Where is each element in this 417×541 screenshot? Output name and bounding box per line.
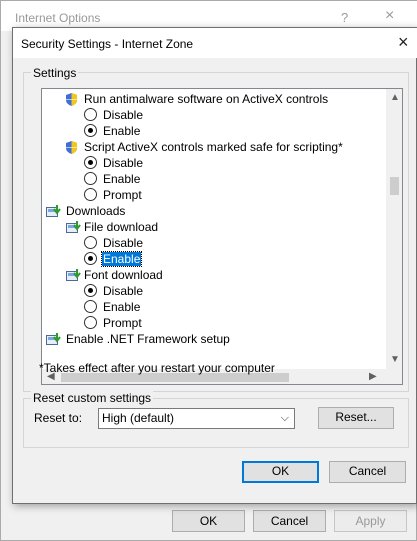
option-label[interactable]: Enable [103,171,140,187]
option-label[interactable]: Enable [103,123,140,139]
setting-font-download: Font download [84,268,163,282]
reset-level-select[interactable]: High (default) ⌵ [98,408,295,429]
radio-button[interactable] [84,156,97,169]
radio-button[interactable] [84,316,97,329]
radio-button[interactable] [84,108,97,121]
radio-button[interactable] [84,252,97,265]
radio-button[interactable] [84,188,97,201]
category-downloads: Downloads [66,204,126,218]
setting-run-antimalware: Run antimalware software on ActiveX cont… [84,92,329,106]
option-label[interactable]: Disable [103,107,143,123]
category-dotnet-setup: Enable .NET Framework setup [66,332,230,346]
cancel-button[interactable]: Cancel [329,461,406,483]
help-icon[interactable]: ? [341,10,348,25]
vertical-scrollbar[interactable]: ▲ ▼ [386,89,402,369]
chevron-down-icon: ⌵ [280,412,289,424]
option-label[interactable]: Enable [103,299,140,315]
option-label[interactable]: Disable [103,283,143,299]
setting-script-activex: Script ActiveX controls marked safe for … [84,140,343,154]
reset-group-label: Reset custom settings [31,391,154,405]
selected-text[interactable]: Enable [100,251,143,267]
security-settings-dialog: Security Settings - Internet Zone × Sett… [12,27,417,504]
scrollbar-corner [386,369,402,384]
downloads-icon [46,205,61,217]
radio-button[interactable] [84,300,97,313]
shield-icon [66,141,77,154]
radio-button[interactable] [84,236,97,249]
option-label[interactable]: Prompt [103,187,142,203]
window-title: Internet Options [15,11,101,25]
radio-button[interactable] [84,172,97,185]
cancel-button-background[interactable]: Cancel [253,510,326,532]
settings-group-label: Settings [31,66,79,80]
option-label[interactable]: Disable [103,235,143,251]
downloads-icon [46,333,61,345]
option-label-selected[interactable]: Enable [100,251,143,267]
ok-button-background[interactable]: OK [172,510,245,532]
setting-file-download: File download [84,220,159,234]
option-label[interactable]: Disable [103,155,143,171]
reset-level-value: High (default) [102,411,175,425]
close-icon[interactable]: × [398,32,409,53]
shield-icon [66,93,77,106]
ok-button[interactable]: OK [242,461,319,483]
reset-to-label: Reset to: [34,411,83,425]
restart-note: *Takes effect after you restart your com… [39,361,275,375]
scroll-right-icon[interactable]: ▶ [369,371,377,382]
scroll-up-icon[interactable]: ▲ [390,92,400,103]
vertical-scroll-thumb[interactable] [390,177,399,195]
option-label[interactable]: Prompt [103,315,142,331]
apply-button[interactable]: Apply [334,510,407,532]
dialog-titlebar: Security Settings - Internet Zone × [13,28,417,58]
radio-button[interactable] [84,284,97,297]
scroll-down-icon[interactable]: ▼ [390,354,400,365]
radio-button[interactable] [84,124,97,137]
settings-tree[interactable]: Run antimalware software on ActiveX cont… [41,88,403,385]
download-setting-icon [66,221,81,233]
download-setting-icon [66,269,81,281]
dialog-title: Security Settings - Internet Zone [21,37,194,51]
reset-button[interactable]: Reset... [318,407,394,429]
close-icon[interactable]: × [385,7,394,25]
